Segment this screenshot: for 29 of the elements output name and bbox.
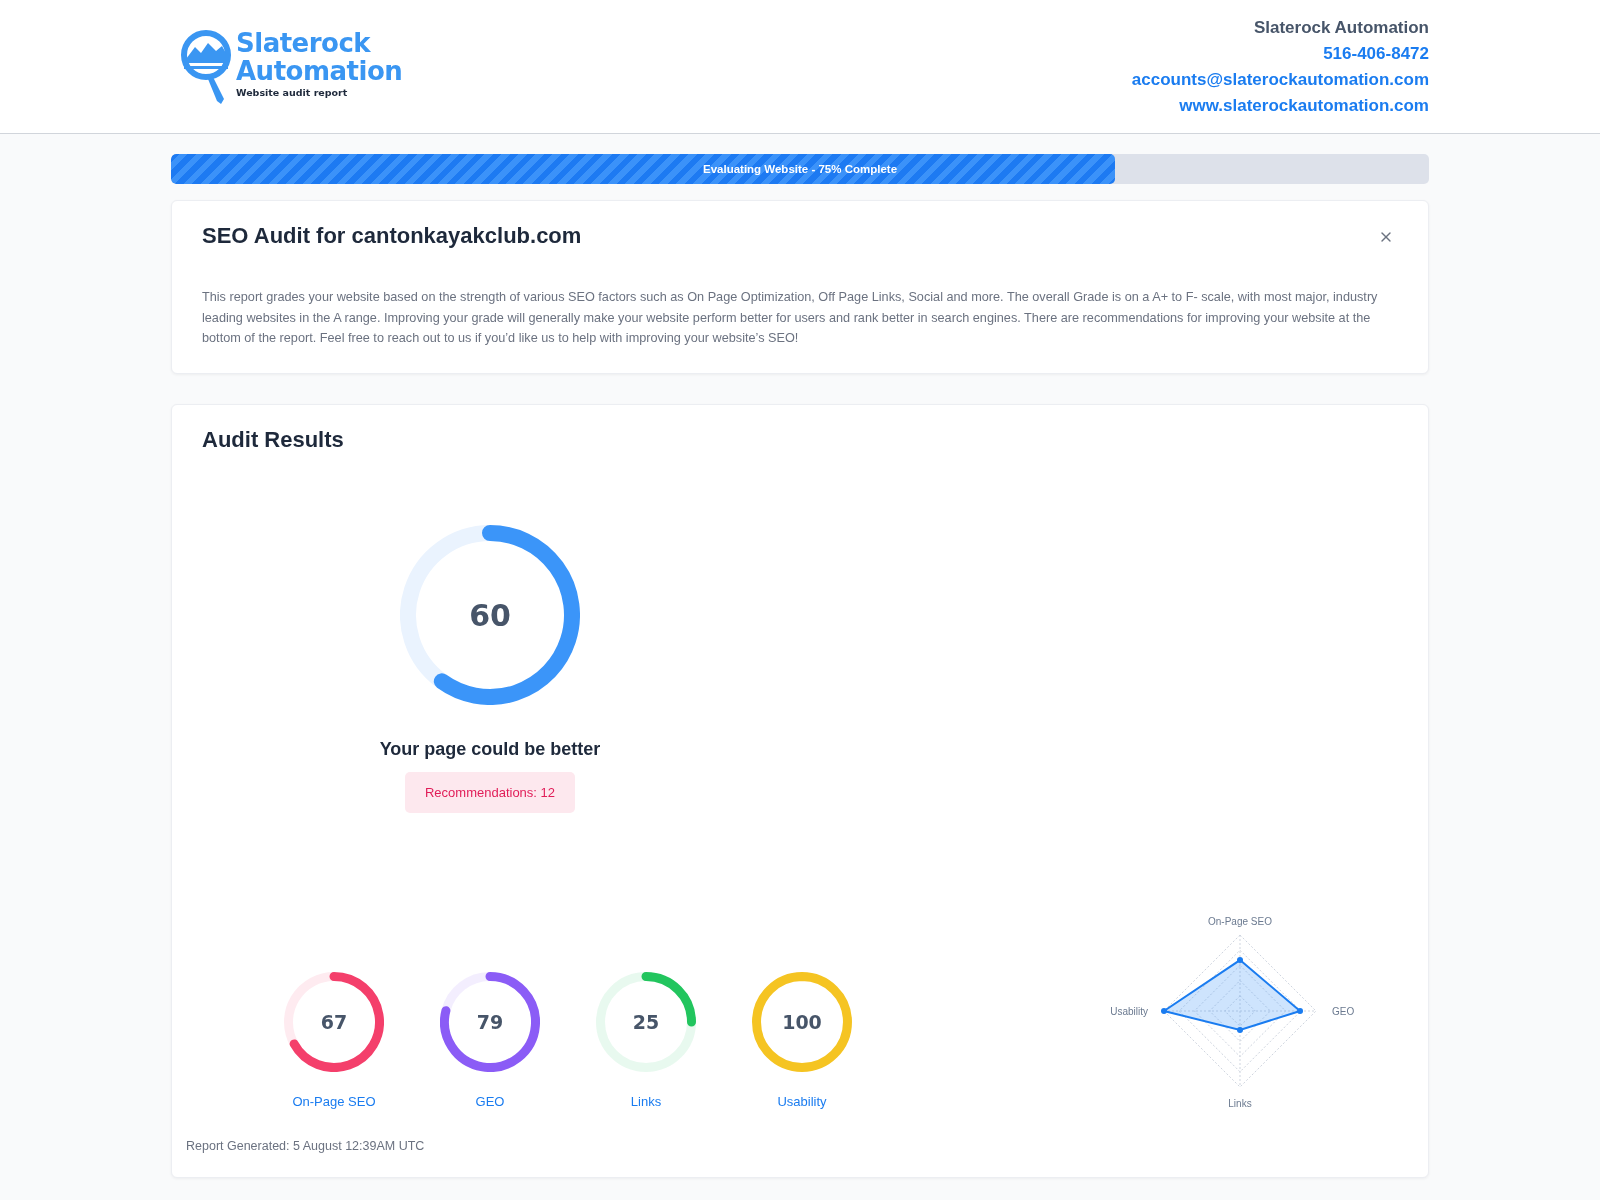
recommendations-badge: Recommendations: 12 [404,771,576,813]
category-link[interactable]: GEO [475,1093,505,1109]
category-link[interactable]: On-Page SEO [292,1093,376,1109]
score-number: 67 [320,1010,348,1033]
radar-axis-label: Usability [1110,1005,1148,1017]
score-number: 60 [469,597,511,632]
card-title: SEO Audit for cantonkayakclub.com [202,223,582,249]
logo-text: Slaterock [236,28,372,57]
logo-tagline: Website audit report [236,86,349,98]
gauge-track [441,971,491,1012]
report-timestamp: Report Generated: 5 August 12:39AM UTC [186,1138,426,1153]
radar-axis-label: Links [1228,1097,1252,1109]
card-title: Audit Results [202,426,344,453]
score-number: 25 [632,1010,660,1033]
category-link[interactable]: Links [630,1093,662,1109]
radar-axis-label: On-Page SEO [1208,915,1272,927]
logo-text: Automation [236,56,403,85]
company-name: Slaterock Automation [1253,17,1429,38]
radar-axis-label: GEO [1332,1005,1355,1017]
score-number: 79 [476,1010,504,1033]
website-link[interactable]: www.slaterockautomation.com [1179,95,1429,116]
progress-label: Evaluating Website - 75% Complete [702,163,898,175]
email-link[interactable]: accounts@slaterockautomation.com [1131,69,1429,90]
category-link[interactable]: Usability [777,1093,827,1109]
verdict-text: Your page could be better [379,738,601,760]
intro-paragraph: This report grades your website based on the strength of various SEO factors such as On Page Optimization, Off Page Links, Social and more. The overall Grade is on a A+ to F- scale, with most major, industry leading websites in the A range. Improving your grade will generally make your website perform better for users and rank better in search engines. There are recommendations for improving your website at the bottom of the report. Feel free to reach out to us if you’d like us to help with improving your website’s SEO! [202,289,1379,347]
phone-link[interactable]: 516-406-8472 [1323,43,1429,64]
score-number: 100 [782,1010,822,1033]
magnifier-logo-icon [180,28,232,105]
